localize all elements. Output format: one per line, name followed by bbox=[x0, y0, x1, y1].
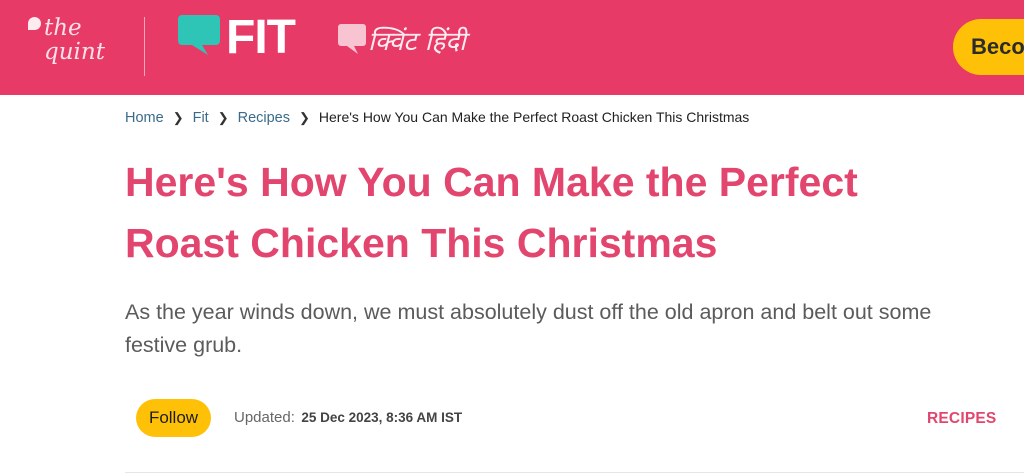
content-divider bbox=[125, 472, 1024, 473]
quint-logo-text: the quint bbox=[44, 15, 105, 65]
header-divider bbox=[144, 17, 145, 76]
fit-bubble-icon bbox=[178, 15, 220, 55]
breadcrumb: Home ❯ Fit ❯ Recipes ❯ Here's How You Can Make… bbox=[125, 107, 749, 127]
breadcrumb-home[interactable]: Home bbox=[125, 110, 164, 126]
hindi-logo-text: क्विंट हिंदी bbox=[368, 27, 466, 57]
category-link[interactable]: RECIPES bbox=[927, 409, 996, 429]
chevron-right-icon: ❯ bbox=[217, 110, 229, 125]
hindi-bubble-icon bbox=[338, 24, 366, 54]
site-header: the quint FIT क्विंट हिंदी Beco bbox=[0, 0, 1024, 95]
quint-hindi-logo[interactable]: क्विंट हिंदी bbox=[338, 22, 478, 70]
updated-label: Updated: bbox=[234, 409, 295, 426]
chevron-right-icon: ❯ bbox=[299, 110, 310, 125]
updated-value: 25 Dec 2023, 8:36 AM IST bbox=[301, 410, 463, 425]
quint-bubble-icon bbox=[28, 17, 41, 30]
fit-logo[interactable]: FIT bbox=[178, 11, 298, 72]
the-quint-logo[interactable]: the quint bbox=[26, 14, 121, 76]
updated-timestamp: Updated: 25 Dec 2023, 8:36 AM IST bbox=[234, 408, 462, 428]
article-headline: Here's How You Can Make the Perfect Roas… bbox=[125, 159, 858, 266]
article-deck: As the year winds down, we must absolute… bbox=[125, 300, 932, 357]
become-member-button[interactable]: Beco bbox=[953, 19, 1024, 75]
chevron-right-icon: ❯ bbox=[172, 110, 184, 125]
breadcrumb-current: Here's How You Can Make the Perfect Roas… bbox=[318, 109, 750, 125]
breadcrumb-fit[interactable]: Fit bbox=[193, 110, 209, 126]
fit-logo-text: FIT bbox=[226, 11, 296, 64]
breadcrumb-recipes[interactable]: Recipes bbox=[238, 110, 290, 126]
follow-button[interactable]: Follow bbox=[136, 399, 211, 437]
